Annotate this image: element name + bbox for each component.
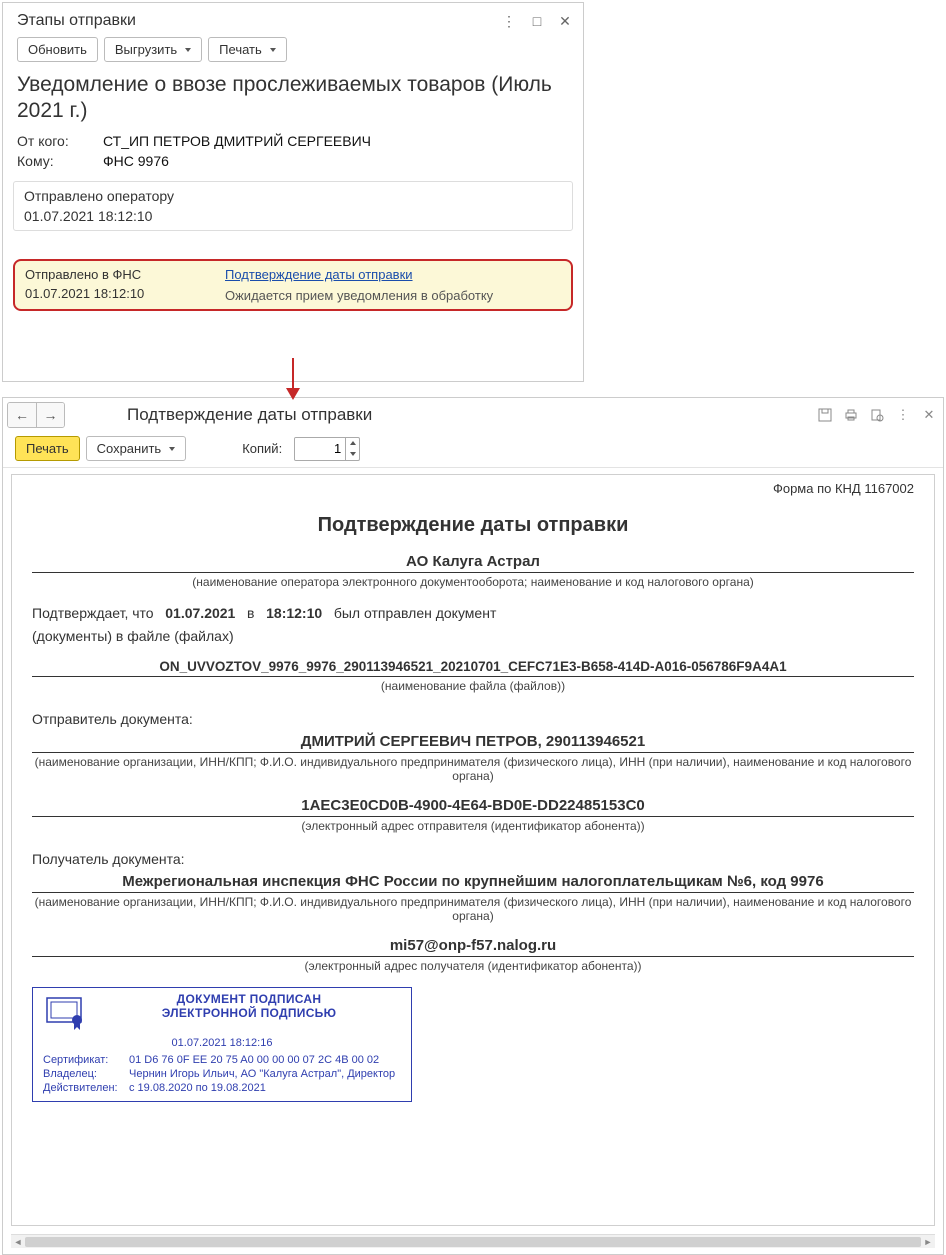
- horizontal-scrollbar[interactable]: ◄ ►: [11, 1234, 935, 1248]
- maximize-icon[interactable]: □: [527, 11, 547, 31]
- certificate-icon: [45, 996, 85, 1033]
- win1-toolbar: Обновить Выгрузить Печать: [3, 35, 583, 70]
- spinner-down-button[interactable]: [346, 449, 359, 460]
- win1-titlebar: Этапы отправки ⋮ □ ✕: [3, 3, 583, 35]
- nav-group: ← →: [7, 402, 65, 428]
- stage-title: Отправлено в ФНС: [25, 267, 225, 282]
- nav-back-button[interactable]: ←: [8, 403, 36, 427]
- confirm-line: Подтверждает, что 01.07.2021 в 18:12:10 …: [32, 603, 914, 624]
- caret-down-icon: [185, 48, 191, 52]
- copies-label: Копий:: [242, 441, 282, 456]
- stages-window: Этапы отправки ⋮ □ ✕ Обновить Выгрузить …: [2, 2, 584, 382]
- to-label: Кому:: [17, 153, 103, 169]
- sender-id-sub: (электронный адрес отправителя (идентифи…: [32, 819, 914, 833]
- more-icon[interactable]: ⋮: [499, 11, 519, 31]
- confirm-v: в: [247, 605, 254, 621]
- operator-name: АО Калуга Астрал: [32, 553, 914, 573]
- export-button[interactable]: Выгрузить: [104, 37, 202, 62]
- sig-title2: ЭЛЕКТРОННОЙ ПОДПИСЬЮ: [95, 1006, 403, 1020]
- spinner-up-button[interactable]: [346, 438, 359, 449]
- filename: ON_UVVOZTOV_9976_9976_290113946521_20210…: [32, 659, 914, 677]
- stage-title: Отправлено оператору: [24, 188, 562, 204]
- preview-icon[interactable]: [867, 405, 887, 425]
- to-value: ФНС 9976: [103, 153, 169, 169]
- scroll-right-icon[interactable]: ►: [921, 1235, 935, 1249]
- sig-title1: ДОКУМЕНТ ПОДПИСАН: [95, 992, 403, 1006]
- export-label: Выгрузить: [115, 42, 177, 57]
- to-row: Кому: ФНС 9976: [3, 151, 583, 171]
- copies-spinner[interactable]: [294, 437, 360, 461]
- sender-sub: (наименование организации, ИНН/КПП; Ф.И.…: [32, 755, 914, 783]
- sig-date: 01.07.2021 18:12:16: [41, 1037, 403, 1049]
- save-button[interactable]: Сохранить: [86, 436, 187, 461]
- save-label: Сохранить: [97, 441, 162, 456]
- copies-input[interactable]: [295, 438, 345, 460]
- caret-down-icon: [169, 447, 175, 451]
- sig-valid-value: с 19.08.2020 по 19.08.2021: [127, 1081, 403, 1095]
- stages-list: Отправлено оператору 01.07.2021 18:12:10…: [3, 171, 583, 311]
- confirmation-link[interactable]: Подтверждение даты отправки: [225, 267, 561, 282]
- from-value: СТ_ИП ПЕТРОВ ДМИТРИЙ СЕРГЕЕВИЧ: [103, 133, 371, 149]
- sender-id: 1AEC3E0CD0B-4900-4E64-BD0E-DD22485153C0: [32, 797, 914, 817]
- refresh-label: Обновить: [28, 42, 87, 57]
- print-label: Печать: [219, 42, 262, 57]
- win2-title: Подтверждение даты отправки: [71, 405, 815, 425]
- filename-sub: (наименование файла (файлов)): [32, 679, 914, 693]
- from-row: От кого: СТ_ИП ПЕТРОВ ДМИТРИЙ СЕРГЕЕВИЧ: [3, 131, 583, 151]
- win2-toolbar: Печать Сохранить Копий:: [3, 430, 943, 468]
- sig-cert-value: 01 D6 76 0F EE 20 75 A0 00 00 00 07 2C 4…: [127, 1053, 403, 1067]
- print-icon[interactable]: [841, 405, 861, 425]
- confirm-post: был отправлен документ: [334, 605, 497, 621]
- print-button[interactable]: Печать: [15, 436, 80, 461]
- print-button[interactable]: Печать: [208, 37, 287, 62]
- sig-owner-value: Чернин Игорь Ильич, АО "Калуга Астрал", …: [127, 1067, 403, 1081]
- caret-down-icon: [270, 48, 276, 52]
- sender-label: Отправитель документа:: [32, 711, 914, 727]
- signature-box: ДОКУМЕНТ ПОДПИСАН ЭЛЕКТРОННОЙ ПОДПИСЬЮ 0…: [32, 987, 412, 1102]
- sig-cert-label: Сертификат:: [41, 1053, 127, 1067]
- document-title: Уведомление о ввозе прослеживаемых товар…: [3, 70, 583, 131]
- confirm-date: 01.07.2021: [165, 605, 235, 621]
- close-icon[interactable]: ✕: [919, 405, 939, 425]
- stage-timestamp: 01.07.2021 18:12:10: [24, 208, 562, 224]
- recipient-sub: (наименование организации, ИНН/КПП; Ф.И.…: [32, 895, 914, 923]
- from-label: От кого:: [17, 133, 103, 149]
- nav-forward-button[interactable]: →: [36, 403, 64, 427]
- recipient-email-sub: (электронный адрес получателя (идентифик…: [32, 959, 914, 973]
- scroll-left-icon[interactable]: ◄: [11, 1235, 25, 1249]
- win2-titlebar: ← → Подтверждение даты отправки ⋮ ✕: [3, 398, 943, 430]
- down-arrow-icon: [281, 358, 305, 400]
- scroll-thumb[interactable]: [25, 1237, 921, 1247]
- stage-fns: Отправлено в ФНС 01.07.2021 18:12:10 Под…: [13, 259, 573, 311]
- confirm-line2: (документы) в файле (файлах): [32, 626, 914, 647]
- sender-value: ДМИТРИЙ СЕРГЕЕВИЧ ПЕТРОВ, 290113946521: [32, 733, 914, 753]
- confirm-time: 18:12:10: [266, 605, 322, 621]
- confirmation-window: ← → Подтверждение даты отправки ⋮ ✕ Печа…: [2, 397, 944, 1255]
- stage-timestamp: 01.07.2021 18:12:10: [25, 286, 225, 301]
- stage-substatus: Ожидается прием уведомления в обработку: [225, 288, 561, 303]
- refresh-button[interactable]: Обновить: [17, 37, 98, 62]
- close-icon[interactable]: ✕: [555, 11, 575, 31]
- print-label: Печать: [26, 441, 69, 456]
- recipient-email: mi57@onp-f57.nalog.ru: [32, 937, 914, 957]
- recipient-value: Межрегиональная инспекция ФНС России по …: [32, 873, 914, 893]
- stage-operator: Отправлено оператору 01.07.2021 18:12:10: [13, 181, 573, 231]
- sig-valid-label: Действителен:: [41, 1081, 127, 1095]
- doc-heading: Подтверждение даты отправки: [32, 514, 914, 537]
- save-icon[interactable]: [815, 405, 835, 425]
- more-icon[interactable]: ⋮: [893, 405, 913, 425]
- form-code: Форма по КНД 1167002: [32, 481, 914, 506]
- win1-title: Этапы отправки: [17, 12, 491, 30]
- operator-sub: (наименование оператора электронного док…: [32, 575, 914, 589]
- sig-owner-label: Владелец:: [41, 1067, 127, 1081]
- recipient-label: Получатель документа:: [32, 851, 914, 867]
- document-preview: Форма по КНД 1167002 Подтверждение даты …: [11, 474, 935, 1226]
- confirm-pre: Подтверждает, что: [32, 605, 154, 621]
